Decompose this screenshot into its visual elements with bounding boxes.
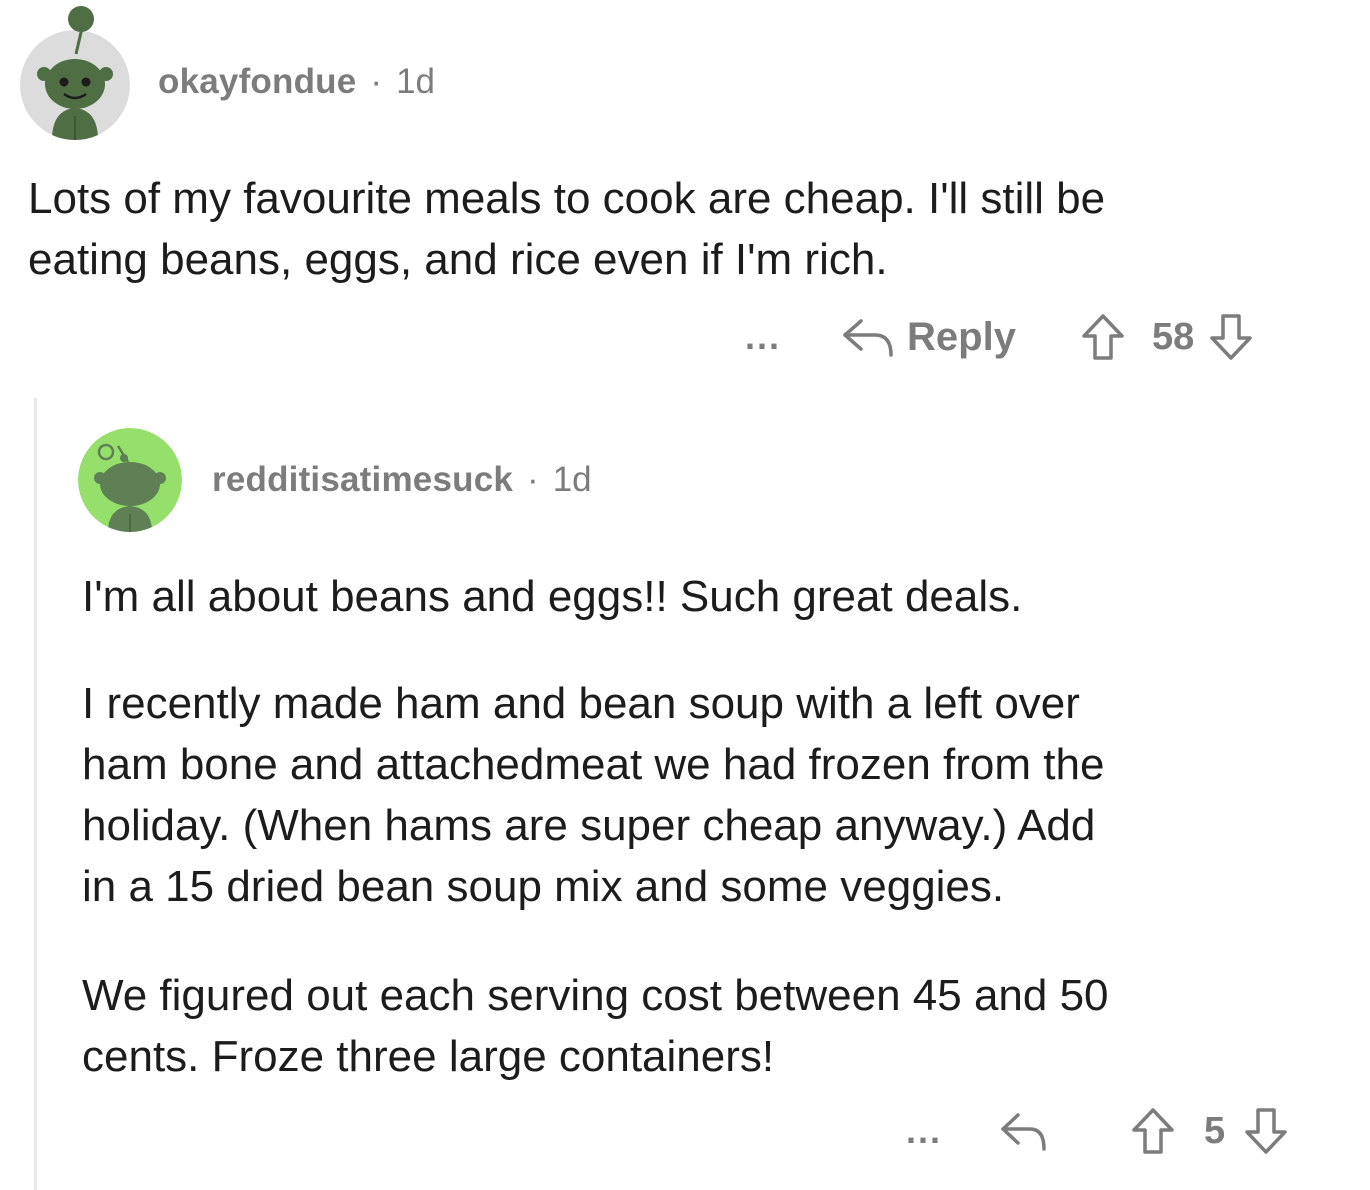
- avatar[interactable]: [78, 428, 182, 532]
- timestamp[interactable]: 1d: [553, 460, 592, 500]
- comment-header: redditisatimesuck · 1d: [212, 460, 592, 500]
- separator-dot: ·: [527, 460, 539, 499]
- thread-line[interactable]: [34, 398, 37, 1190]
- vote-count: 5: [1204, 1109, 1226, 1152]
- upvote-arrow-icon[interactable]: [1130, 1106, 1176, 1156]
- reply-arrow-icon[interactable]: [998, 1109, 1050, 1153]
- upvote-arrow-icon[interactable]: [1080, 312, 1126, 362]
- comment-paragraph-1: I'm all about beans and eggs!! Such grea…: [82, 572, 1023, 621]
- reply-arrow-icon: [839, 315, 897, 359]
- comment-paragraph-2: I recently made ham and bean soup with a…: [82, 679, 1105, 911]
- comment-paragraph-3: We figured out each serving cost between…: [82, 971, 1109, 1081]
- reply-label: Reply: [907, 314, 1016, 359]
- separator-dot: ·: [370, 62, 383, 101]
- comment-actions: ... Reply 58: [745, 312, 1254, 362]
- antenna-ball-icon: [68, 6, 94, 32]
- vote-count: 58: [1151, 315, 1195, 358]
- reply-button[interactable]: Reply: [839, 315, 1016, 360]
- more-options-button[interactable]: ...: [745, 319, 781, 355]
- snoo-avatar-icon: [20, 30, 130, 140]
- more-options-button[interactable]: ...: [906, 1113, 942, 1149]
- avatar[interactable]: [20, 30, 130, 140]
- snoo-avatar-icon: [78, 428, 182, 532]
- username[interactable]: okayfondue: [158, 62, 356, 102]
- username[interactable]: redditisatimesuck: [212, 460, 513, 500]
- comment-actions: ... 5: [906, 1106, 1289, 1156]
- comment-body: Lots of my favourite meals to cook are c…: [28, 174, 1106, 284]
- downvote-arrow-icon[interactable]: [1243, 1106, 1289, 1156]
- downvote-arrow-icon[interactable]: [1208, 312, 1254, 362]
- comment-header: okayfondue · 1d: [158, 62, 435, 102]
- timestamp[interactable]: 1d: [396, 62, 435, 102]
